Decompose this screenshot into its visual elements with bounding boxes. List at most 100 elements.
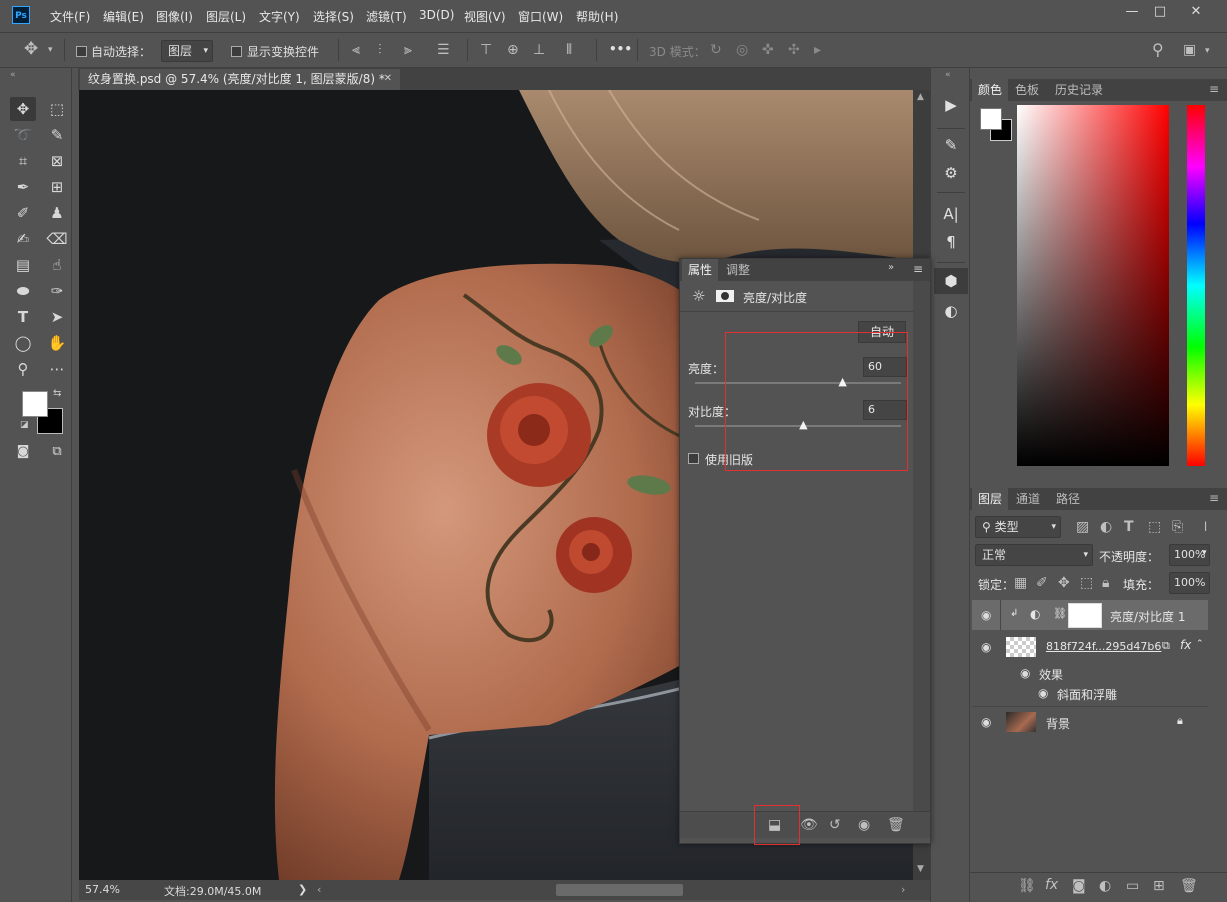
layer-row[interactable]: ◉ 818f724f...295d47b6 ⧉ fx ⌃ xyxy=(972,632,1208,662)
3d-orbit-icon[interactable]: ↻ xyxy=(710,42,722,58)
eye-icon[interactable]: ◉ xyxy=(858,817,870,833)
adjustments-panel-icon[interactable]: ◐ xyxy=(934,298,968,324)
chevron-down-icon[interactable]: ▾ xyxy=(48,42,53,58)
lock-artboard-icon[interactable]: ⬚ xyxy=(1080,575,1093,591)
healing-brush-tool-icon[interactable]: ⊞ xyxy=(44,175,70,199)
eye-icon[interactable]: ◉ xyxy=(1038,686,1048,700)
menu-help[interactable]: 帮助(H) xyxy=(576,8,618,25)
eyedropper-tool-icon[interactable]: ✒ xyxy=(10,175,36,199)
view-previous-state-icon[interactable]: 👁︎ xyxy=(800,817,818,833)
tab-adjustments[interactable]: 调整 xyxy=(720,259,756,281)
link-layers-icon[interactable]: ⛓ xyxy=(1018,878,1036,894)
scroll-down-icon[interactable]: ▼ xyxy=(917,864,924,874)
dodge-tool-icon[interactable]: ⬬ xyxy=(10,279,36,303)
3d-pan-icon[interactable]: ✜ xyxy=(762,42,774,58)
layer-name[interactable]: 818f724f...295d47b6 xyxy=(1046,640,1161,653)
foreground-color-swatch[interactable] xyxy=(22,391,48,417)
menu-view[interactable]: 视图(V) xyxy=(464,8,506,25)
brush-tool-icon[interactable]: ✐ xyxy=(10,201,36,225)
path-select-tool-icon[interactable]: ➤ xyxy=(44,305,70,329)
tab-swatches[interactable]: 色板 xyxy=(1009,79,1045,101)
crop-tool-icon[interactable]: ⌗ xyxy=(10,149,36,173)
new-adjustment-icon[interactable]: ◐ xyxy=(1099,878,1111,894)
tab-paths[interactable]: 路径 xyxy=(1050,488,1086,510)
chevron-down-icon[interactable]: ▾ xyxy=(1205,43,1210,59)
zoom-level[interactable]: 57.4% xyxy=(85,883,120,896)
pen-tool-icon[interactable]: ✑ xyxy=(44,279,70,303)
effect-name[interactable]: 斜面和浮雕 xyxy=(1057,686,1117,703)
play-actions-icon[interactable]: ▶ xyxy=(934,92,968,118)
chevron-down-icon[interactable]: ▾ xyxy=(1202,548,1207,558)
move-tool-icon[interactable]: ✥ xyxy=(10,97,36,121)
zoom-tool-icon[interactable]: ⚲ xyxy=(10,357,36,381)
eraser-tool-icon[interactable]: ⌫ xyxy=(44,227,70,251)
properties-panel-icon[interactable]: ⬢ xyxy=(934,268,968,294)
panel-menu-icon[interactable]: ≡ xyxy=(1209,491,1219,505)
ellipse-tool-icon[interactable]: ◯ xyxy=(10,331,36,355)
chevron-up-icon[interactable]: ⌃ xyxy=(1196,639,1204,649)
fx-icon[interactable]: fx xyxy=(1180,638,1191,652)
type-tool-icon[interactable]: T xyxy=(10,305,36,329)
auto-select-checkbox[interactable] xyxy=(76,46,87,57)
hand-tool-icon[interactable]: ✋ xyxy=(44,331,70,355)
history-brush-tool-icon[interactable]: ✍ xyxy=(10,227,36,251)
menu-image[interactable]: 图像(I) xyxy=(156,8,193,25)
mask-icon[interactable] xyxy=(716,290,734,302)
document-tab[interactable]: 纹身置换.psd @ 57.4% (亮度/对比度 1, 图层蒙版/8) * ✕ xyxy=(80,69,400,90)
link-icon[interactable]: ⛓ xyxy=(1053,607,1067,620)
3d-scale-icon[interactable]: ▸ xyxy=(814,42,821,58)
eye-icon[interactable]: ◉ xyxy=(981,608,991,622)
expand-icon[interactable]: « xyxy=(945,70,951,80)
layer-name[interactable]: 亮度/对比度 1 xyxy=(1110,608,1186,625)
layer-filter-select[interactable]: ⚲ 类型 ▾ xyxy=(975,516,1061,538)
swap-colors-icon[interactable]: ⇆ xyxy=(53,388,61,399)
filter-smart-object-icon[interactable]: ⎘ xyxy=(1172,519,1183,535)
filter-toggle-icon[interactable]: ⏽ xyxy=(1200,519,1211,535)
blend-mode-select[interactable]: 正常 ▾ xyxy=(975,544,1093,566)
auto-select-target-select[interactable]: 图层 ▾ xyxy=(161,40,213,62)
panel-menu-icon[interactable]: ≡ xyxy=(1209,82,1219,96)
align-bottom-icon[interactable]: ⊥ xyxy=(533,42,545,58)
maximize-button[interactable]: □ xyxy=(1147,4,1173,20)
effect-row[interactable]: ◉ 效果 xyxy=(972,662,1208,684)
show-transform-checkbox[interactable] xyxy=(231,46,242,57)
distribute-horizontal-icon[interactable]: ☰ xyxy=(437,42,450,58)
search-icon[interactable]: ⚲ xyxy=(1152,42,1164,58)
align-left-icon[interactable]: ⫷ xyxy=(352,42,360,58)
workspace-icon[interactable]: ▣ xyxy=(1183,42,1196,58)
menu-file[interactable]: 文件(F) xyxy=(50,8,90,25)
horizontal-scroll-thumb[interactable] xyxy=(556,884,683,896)
align-vcenter-icon[interactable]: ⊕ xyxy=(507,42,519,58)
distribute-vertical-icon[interactable]: ⦀ xyxy=(566,42,572,58)
tab-color[interactable]: 颜色 xyxy=(972,79,1009,101)
menu-type[interactable]: 文字(Y) xyxy=(259,8,300,25)
hue-slider[interactable] xyxy=(1187,105,1205,466)
trash-icon[interactable]: 🗑︎ xyxy=(887,817,905,833)
menu-select[interactable]: 选择(S) xyxy=(313,8,354,25)
color-field[interactable] xyxy=(1017,105,1169,466)
close-tab-icon[interactable]: ✕ xyxy=(384,69,392,89)
eye-icon[interactable]: ◉ xyxy=(981,640,991,654)
filter-type-icon[interactable]: T xyxy=(1124,519,1134,535)
paragraph-panel-icon[interactable]: ¶ xyxy=(934,229,968,255)
align-top-icon[interactable]: ⊤ xyxy=(480,42,492,58)
brush-settings-icon[interactable]: ✎ xyxy=(934,132,968,158)
lock-pixels-icon[interactable]: ✐ xyxy=(1036,575,1048,591)
scroll-up-icon[interactable]: ▲ xyxy=(917,92,924,102)
menu-window[interactable]: 窗口(W) xyxy=(518,8,563,25)
tab-properties[interactable]: 属性 xyxy=(682,259,719,281)
filter-adjustment-icon[interactable]: ◐ xyxy=(1100,519,1112,535)
collapse-icon[interactable]: « xyxy=(10,70,16,80)
effect-row[interactable]: ◉ 斜面和浮雕 xyxy=(972,682,1208,704)
smudge-tool-icon[interactable]: ☝ xyxy=(44,253,70,277)
screen-mode-icon[interactable]: ⧉ xyxy=(44,440,70,464)
scroll-right-icon[interactable]: › xyxy=(901,883,905,896)
new-group-icon[interactable]: ▭ xyxy=(1126,878,1139,894)
panel-menu-icon[interactable]: ≡ xyxy=(913,262,923,276)
filter-pixel-icon[interactable]: ▨ xyxy=(1076,519,1089,535)
minimize-button[interactable]: — xyxy=(1119,4,1145,20)
layer-mask-thumbnail[interactable] xyxy=(1068,603,1102,628)
status-menu-arrow[interactable]: ❯ xyxy=(298,883,307,896)
character-panel-icon[interactable]: A| xyxy=(934,201,968,227)
stamp-tool-icon[interactable]: ♟ xyxy=(44,201,70,225)
